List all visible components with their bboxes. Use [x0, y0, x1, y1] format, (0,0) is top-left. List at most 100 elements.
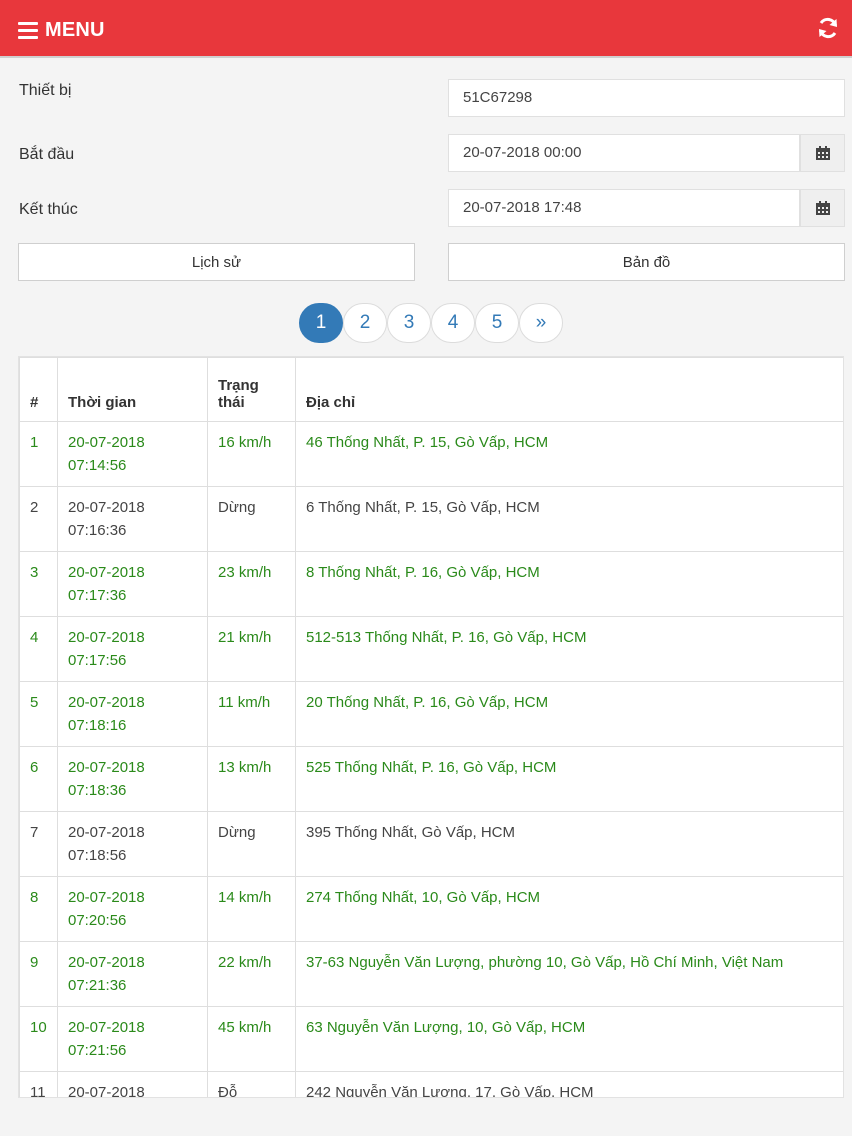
table-row[interactable]: 5 20-07-2018 07:18:16 11 km/h 20 Thống Nhất,… [19, 681, 843, 747]
row-status: 22 km/h [207, 941, 296, 1007]
row-date: 20-07-2018 [68, 434, 145, 451]
end-calendar-button[interactable] [800, 189, 845, 227]
row-clock: 07:14:56 [68, 457, 127, 474]
hamburger-icon [18, 21, 38, 39]
top-bar: MENU [0, 0, 852, 58]
row-status: 23 km/h [207, 551, 296, 617]
row-status: 45 km/h [207, 1006, 296, 1072]
row-address: 525 Thống Nhất, P. 16, Gò Vấp, HCM [295, 746, 843, 812]
calendar-icon [815, 146, 830, 160]
page-1-button[interactable]: 1 [299, 303, 343, 343]
row-time: 20-07-2018 07:20:56 [57, 876, 208, 942]
row-clock: 07:18:16 [68, 717, 127, 734]
row-date: 20-07-2018 [68, 1019, 145, 1036]
row-clock: 07:21:36 [68, 977, 127, 994]
start-calendar-button[interactable] [800, 134, 845, 172]
row-date: 20-07-2018 [68, 759, 145, 776]
table-row[interactable]: 1 20-07-2018 07:14:56 16 km/h 46 Thống Nhất,… [19, 421, 843, 487]
row-time: 20-07-2018 07:21:36 [57, 941, 208, 1007]
row-clock: 07:17:36 [68, 587, 127, 604]
page-5-button[interactable]: 5 [475, 303, 519, 343]
row-number: 3 [19, 551, 58, 617]
row-time: 20-07-2018 07:18:36 [57, 746, 208, 812]
header-number: # [19, 357, 58, 422]
row-address: 20 Thống Nhất, P. 16, Gò Vấp, HCM [295, 681, 843, 747]
header-address: Địa chỉ [295, 357, 843, 422]
row-time: 20-07-2018 07:14:56 [57, 421, 208, 487]
row-time: 20-07-201807:22:16 [57, 1071, 208, 1098]
pagination: 1 2 3 4 5 » [299, 303, 563, 343]
row-address: 46 Thống Nhất, P. 15, Gò Vấp, HCM [295, 421, 843, 487]
refresh-icon[interactable] [816, 16, 840, 40]
table-row[interactable]: 4 20-07-2018 07:17:56 21 km/h 512-513 Thống … [19, 616, 843, 682]
menu-label: MENU [45, 18, 105, 41]
row-status: Đỗ [207, 1071, 296, 1097]
row-clock: 07:21:56 [68, 1042, 127, 1059]
row-status: 11 km/h [207, 681, 296, 747]
device-field[interactable]: 51C67298 [448, 79, 845, 117]
table-row[interactable]: 7 20-07-2018 07:18:56 Dừng 395 Thống Nhất, G… [19, 811, 843, 877]
row-address: 242 Nguyễn Văn Lượng, 17, Gò Vấp, HCM [295, 1071, 843, 1097]
row-time: 20-07-2018 07:18:16 [57, 681, 208, 747]
row-date: 20-07-2018 [68, 824, 145, 841]
menu-button[interactable]: MENU [18, 17, 105, 43]
row-date: 20-07-2018 [68, 629, 145, 646]
row-address: 63 Nguyễn Văn Lượng, 10, Gò Vấp, HCM [295, 1006, 843, 1072]
table-row[interactable]: 1120-07-201807:22:16Đỗ242 Nguyễn Văn Lượ… [19, 1071, 843, 1098]
row-number: 6 [19, 746, 58, 812]
row-address: 8 Thống Nhất, P. 16, Gò Vấp, HCM [295, 551, 843, 617]
row-number: 1 [19, 421, 58, 487]
row-clock: 07:18:56 [68, 847, 127, 864]
start-datetime-field[interactable]: 20-07-2018 00:00 [448, 134, 800, 172]
row-status: 13 km/h [207, 746, 296, 812]
row-address: 6 Thống Nhất, P. 15, Gò Vấp, HCM [295, 486, 843, 552]
row-address: 395 Thống Nhất, Gò Vấp, HCM [295, 811, 843, 877]
table-row[interactable]: 9 20-07-2018 07:21:36 22 km/h 37-63 Nguyễn V… [19, 941, 843, 1007]
end-datetime-field[interactable]: 20-07-2018 17:48 [448, 189, 800, 227]
row-date: 20-07-2018 [68, 954, 145, 971]
table-row[interactable]: 3 20-07-2018 07:17:36 23 km/h 8 Thống Nhất, … [19, 551, 843, 617]
row-clock: 07:16:36 [68, 522, 127, 539]
history-table: # Thời gian Trạng thái Địa chỉ 1 20-07-20… [19, 357, 843, 1098]
row-number: 11 [19, 1071, 58, 1097]
row-address: 274 Thống Nhất, 10, Gò Vấp, HCM [295, 876, 843, 942]
history-button[interactable]: Lịch sử [18, 243, 415, 281]
header-status: Trạng thái [207, 357, 296, 422]
row-status: 14 km/h [207, 876, 296, 942]
row-time: 20-07-2018 07:21:56 [57, 1006, 208, 1072]
row-time: 20-07-2018 07:17:36 [57, 551, 208, 617]
table-row[interactable]: 2 20-07-2018 07:16:36 Dừng 6 Thống Nhất, P. … [19, 486, 843, 552]
row-number: 8 [19, 876, 58, 942]
row-number: 9 [19, 941, 58, 1007]
row-date: 20-07-2018 [68, 564, 145, 581]
row-status: Dừng [207, 811, 296, 877]
row-date: 20-07-2018 [68, 1084, 145, 1098]
row-number: 4 [19, 616, 58, 682]
next-page-button[interactable]: » [519, 303, 563, 343]
page-2-button[interactable]: 2 [343, 303, 387, 343]
history-table-container[interactable]: # Thời gian Trạng thái Địa chỉ 1 20-07-20… [18, 356, 844, 1098]
end-label: Kết thúc [19, 201, 78, 218]
row-number: 10 [19, 1006, 58, 1072]
row-number: 7 [19, 811, 58, 877]
row-status: 21 km/h [207, 616, 296, 682]
row-time: 20-07-2018 07:18:56 [57, 811, 208, 877]
row-address: 37-63 Nguyễn Văn Lượng, phường 10, Gò Vấ… [295, 941, 843, 1007]
table-row[interactable]: 6 20-07-2018 07:18:36 13 km/h 525 Thống Nhất… [19, 746, 843, 812]
device-label: Thiết bị [19, 82, 72, 99]
row-clock: 07:20:56 [68, 912, 127, 929]
calendar-icon [815, 201, 830, 215]
row-date: 20-07-2018 [68, 499, 145, 516]
start-label: Bắt đầu [19, 146, 75, 163]
page-3-button[interactable]: 3 [387, 303, 431, 343]
table-row[interactable]: 10 20-07-2018 07:21:56 45 km/h 63 Nguyễn Văn… [19, 1006, 843, 1072]
row-clock: 07:17:56 [68, 652, 127, 669]
map-button[interactable]: Bản đồ [448, 243, 845, 281]
row-address: 512-513 Thống Nhất, P. 16, Gò Vấp, HCM [295, 616, 843, 682]
table-row[interactable]: 8 20-07-2018 07:20:56 14 km/h 274 Thống Nhất… [19, 876, 843, 942]
row-date: 20-07-2018 [68, 889, 145, 906]
page-4-button[interactable]: 4 [431, 303, 475, 343]
row-date: 20-07-2018 [68, 694, 145, 711]
header-time: Thời gian [57, 357, 208, 422]
row-time: 20-07-2018 07:16:36 [57, 486, 208, 552]
